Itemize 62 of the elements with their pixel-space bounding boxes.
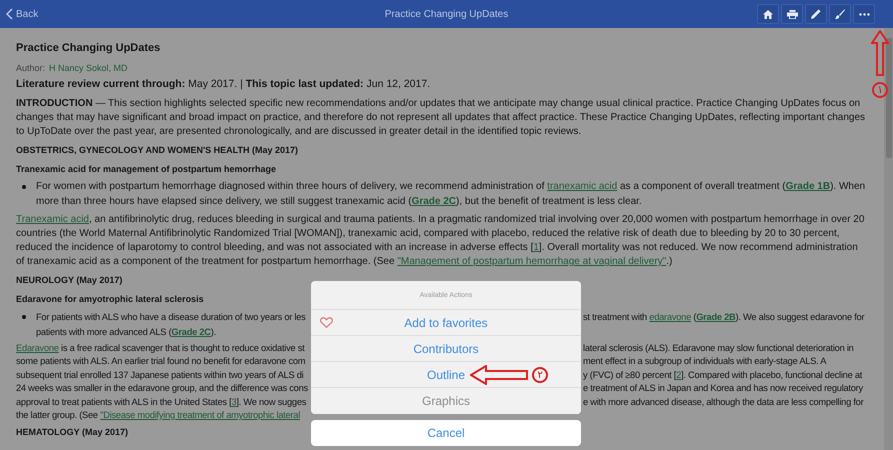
scrollbar-thumb[interactable] xyxy=(886,38,892,158)
text-link[interactable]: edaravone xyxy=(649,312,691,322)
text-line: subsequent trial enrolled 137 Japanese patients within two years of ALS di xyxy=(16,368,304,382)
annotation-arrow xyxy=(470,365,528,385)
bullet-icon xyxy=(22,315,26,319)
article-title: Practice Changing UpDates xyxy=(16,41,162,56)
text-link[interactable]: 1 xyxy=(533,242,539,253)
text-link[interactable]: 3 xyxy=(231,396,236,407)
cancel-button[interactable]: Cancel xyxy=(311,420,581,446)
heart-icon xyxy=(320,317,333,328)
grade-link[interactable]: Grade 2B xyxy=(696,312,736,322)
home-icon xyxy=(763,10,773,18)
bullet-icon xyxy=(22,185,26,189)
text-line: st treatment with edaravone (Grade 2B). We also suggest edaravone for xyxy=(583,311,864,324)
text-line: For patients with ALS who have a disease duration of two years or les xyxy=(36,311,306,324)
window-title: Practice Changing UpDates xyxy=(384,8,508,20)
back-button[interactable]: Back xyxy=(6,8,38,20)
text-line: ment effect in a subgroup of individuals with early-stage ALS. A xyxy=(583,355,826,368)
section-heading: NEUROLOGY (May 2017) xyxy=(16,274,122,287)
section-heading: OBSTETRICS, GYNECOLOGY AND WOMEN'S HEALTH (May 2017) xyxy=(16,144,298,157)
text-link[interactable]: Tranexamic acid xyxy=(16,214,89,225)
text-link[interactable]: "Disease modifying treatment of amyotrophic lateral xyxy=(100,410,300,420)
text-link[interactable]: 2 xyxy=(676,370,682,380)
grade-link[interactable]: Grade 2C xyxy=(171,326,211,336)
annotation-number: ٢ xyxy=(532,367,548,383)
topic-heading: Tranexamic acid for management of postpartum hemorrhage xyxy=(16,162,276,176)
brush-icon xyxy=(835,9,845,19)
grade-link[interactable]: Grade 2C xyxy=(412,196,456,206)
introduction-paragraph: INTRODUCTION — This section highlights selected specific new recommendations and/or updates that we anticipate may change usual clinical practice. Practice Changing UpDates focus on changes that may have significant and broad impact on practice, and therefore do not represent all updates that affect practice. These Practice Changing UpDates, reflecting important changes to UpToDate over the past year, are presented chronologically, and are discussed in greater detail in the identified topic reviews. xyxy=(16,97,866,139)
pencil-icon xyxy=(811,9,821,19)
chevron-left-icon xyxy=(6,8,13,20)
toolbar-button[interactable] xyxy=(781,4,803,24)
toolbar-button[interactable] xyxy=(829,4,851,24)
annotation-number: ١ xyxy=(872,82,888,98)
text-line: y (FVC) of ≥80 percent [2]. Compared with placebo, functional decline at xyxy=(583,368,862,382)
text-line: some patients with ALS. An earlier trial found no benefit for edaravone com xyxy=(16,355,306,368)
more-icon xyxy=(858,12,870,16)
author-link[interactable]: H Nancy Sokol, MD xyxy=(49,60,128,75)
toolbar-button[interactable] xyxy=(757,4,779,24)
text-link[interactable]: tranexamic acid xyxy=(547,181,618,192)
text-line: e treatment of ALS in Japan and Korea and has now received regulatory xyxy=(583,382,863,396)
scrollbar[interactable] xyxy=(884,28,893,450)
text-link[interactable]: Edaravone xyxy=(16,343,59,353)
text-link[interactable]: "Management of postpartum hemorrhage at vaginal delivery" xyxy=(397,256,666,267)
review-dates: Literature review current through: May 2017. | This topic last updated: Jun 12, 2017. xyxy=(16,77,430,91)
text-line: Edaravone is a free radical scavenger that is thought to reduce oxidative st xyxy=(16,342,304,355)
section-heading: HEMATOLOGY (May 2017) xyxy=(16,426,128,440)
annotation-arrow xyxy=(871,30,889,76)
author-label: Author: xyxy=(16,62,46,74)
bullet-text: For women with postpartum hemorrhage diagnosed within three hours of delivery, we recommend administration of tranexamic acid as a component of overall treatment (Grade 1B). When more than three hours have elapsed since delivery, we still suggest tranexamic acid (Grade 2C), but the benefit of treatment is less clear. xyxy=(36,180,866,208)
text-line: approval to treat patients with ALS in the United States [3]. We now sugges xyxy=(16,396,306,409)
topic-heading: Edaravone for amyotrophic lateral sclerosis xyxy=(16,292,204,306)
text-line: the latter group. (See "Disease modifying treatment of amyotrophic lateral xyxy=(16,409,300,422)
text-line: e with more advanced disease, although the data are less compelling for xyxy=(583,396,864,409)
printer-icon xyxy=(786,10,798,18)
text-line: 24 weeks was smaller in the edaravone group, and the difference was cons xyxy=(16,382,308,396)
paragraph: Tranexamic acid, an antifibrinolytic drug, reduces bleeding in surgical and trauma patients. In a pragmatic randomized trial involving over 20,000 women with postpartum hemorrhage in over 20 countries (the World Maternal Antifibrinolytic Randomized Trial [WOMAN]), tranexamic acid, compared with placebo, reduced the relative risk of death due to bleeding by 20 to 30 percent, reduced the incidence of laparotomy to control bleeding, and was not associated with an increase in adverse effects [1]. Overall mortality was not reduced. We now recommend administration of tranexamic acid as a component of the treatment for postpartum hemorrhage. (See "Management of postpartum hemorrhage at vaginal delivery".) xyxy=(16,213,866,269)
toolbar-button[interactable] xyxy=(805,4,827,24)
text-line: lateral sclerosis (ALS). Edaravone may slow functional deterioration in xyxy=(583,342,854,355)
grade-link[interactable]: Grade 1B xyxy=(786,181,830,192)
toolbar-button[interactable] xyxy=(853,4,875,24)
text-line: patients with more advanced ALS (Grade 2C). xyxy=(36,326,216,339)
